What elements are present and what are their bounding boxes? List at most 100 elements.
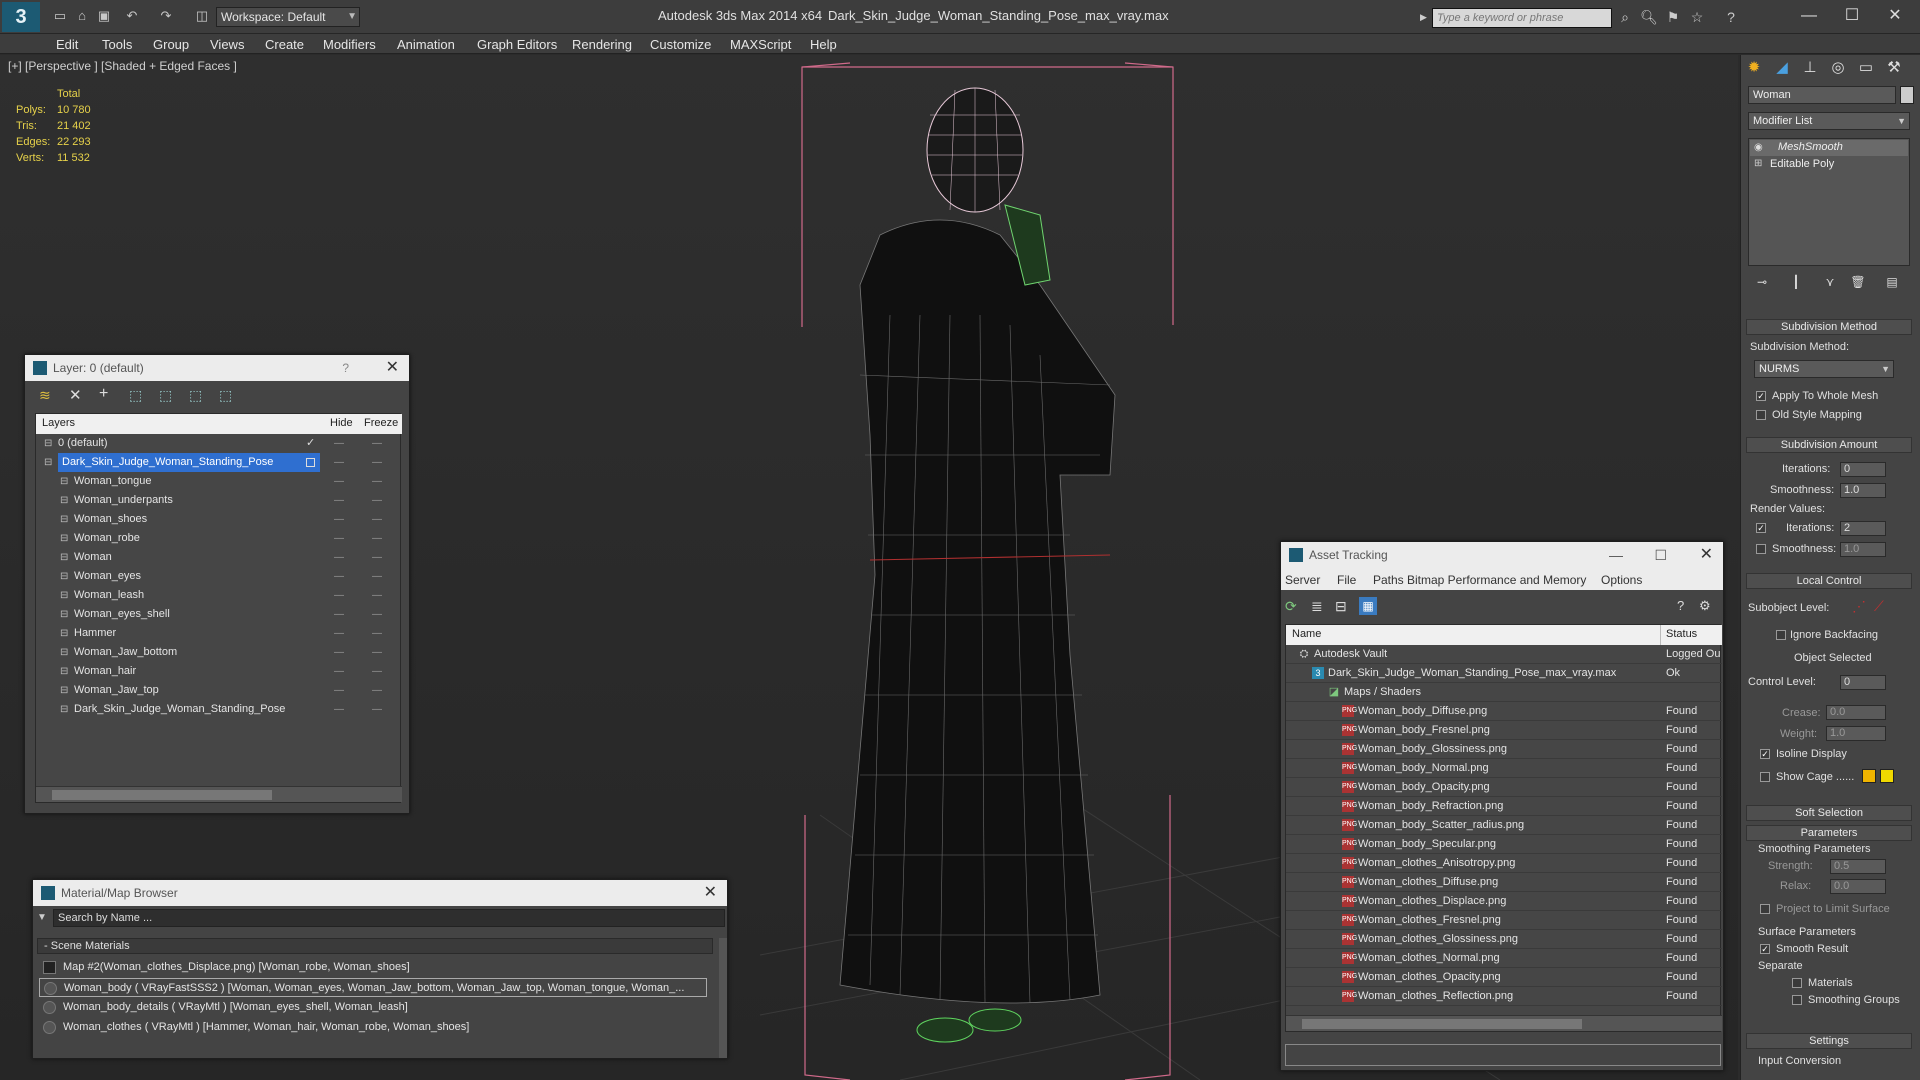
asset-menu-server[interactable]: Server [1285,573,1320,587]
asset-row[interactable]: PNG Woman_body_Normal.png Found [1286,759,1722,778]
settings-help-icon[interactable]: ⚙ [1699,598,1711,614]
freeze-toggle[interactable]: — [372,548,382,567]
hide-toggle[interactable]: — [334,567,344,586]
column-divider[interactable] [1660,625,1661,645]
rollout-settings[interactable]: Settings [1746,1033,1912,1049]
separate-smoothing-groups-checkbox[interactable] [1792,995,1802,1005]
asset-tracking-header[interactable]: Asset Tracking — ☐ ✕ [1281,542,1723,568]
material-item[interactable]: Woman_body ( VRayFastSSS2 ) [Woman, Woma… [39,978,707,997]
freeze-toggle[interactable]: — [372,529,382,548]
select-objects-icon[interactable]: ⬚ [129,387,142,404]
isoline-display-checkbox[interactable]: ✓ [1760,749,1770,759]
layer-row[interactable]: ⊟ Woman_tongue — — [36,472,402,491]
motion-tab-icon[interactable]: ◎ [1826,56,1850,80]
freeze-toggle[interactable]: — [372,510,382,529]
status-column-header[interactable]: Status [1666,628,1697,640]
object-name-field[interactable]: Woman [1748,86,1896,104]
hide-toggle[interactable]: — [334,624,344,643]
asset-row[interactable]: 3 Dark_Skin_Judge_Woman_Standing_Pose_max… [1286,664,1722,683]
rollout-subdivision-method[interactable]: Subdivision Method [1746,319,1912,335]
strength-spinner[interactable]: 0.5 [1830,859,1886,874]
asset-row[interactable]: PNG Woman_clothes_Glossiness.png Found [1286,930,1722,949]
project-limit-surface-checkbox[interactable] [1760,904,1770,914]
separate-materials-checkbox[interactable] [1792,978,1802,988]
layer-row[interactable]: ⊟ Woman_hair — — [36,662,402,681]
menu-create[interactable]: Create [265,37,304,52]
asset-row[interactable]: PNG Woman_clothes_Fresnel.png Found [1286,911,1722,930]
layer-row[interactable]: ⊟ 0 (default) ✓ — — [36,434,402,453]
hide-toggle[interactable]: — [334,643,344,662]
show-cage-checkbox[interactable] [1760,772,1770,782]
layer-row[interactable]: ⊟ Woman_underpants — — [36,491,402,510]
render-smoothness-checkbox[interactable] [1756,544,1766,554]
asset-row[interactable]: PNG Woman_clothes_Reflection.png Found [1286,987,1722,1006]
table-view-icon[interactable]: ▦ [1359,597,1377,615]
close-icon[interactable]: ✕ [1880,4,1910,28]
menu-animation[interactable]: Animation [397,37,455,52]
scrollbar-thumb[interactable] [1302,1019,1582,1029]
asset-row[interactable]: PNG Woman_body_Fresnel.png Found [1286,721,1722,740]
freeze-toggle[interactable]: — [372,472,382,491]
hide-toggle[interactable]: — [334,681,344,700]
rollout-local-control[interactable]: Local Control [1746,573,1912,589]
help-icon[interactable]: ? [1722,8,1740,26]
layer-name[interactable]: Woman_Jaw_top [74,681,159,700]
render-iterations-spinner[interactable]: 2 [1840,521,1886,536]
freeze-toggle[interactable]: — [372,491,382,510]
menu-maxscript[interactable]: MAXScript [730,37,791,52]
smoothness-spinner[interactable]: 1.0 [1840,483,1886,498]
layer-name[interactable]: Woman_eyes [74,567,141,586]
layer-name[interactable]: Dark_Skin_Judge_Woman_Standing_Pose [74,700,285,719]
set-current-layer-box[interactable] [306,458,315,467]
scrollbar-thumb[interactable] [52,790,272,800]
help-icon[interactable]: ? [1677,598,1684,613]
menu-graph-editors[interactable]: Graph Editors [477,37,557,52]
material-item[interactable]: Woman_clothes ( VRayMtl ) [Hammer, Woman… [39,1018,707,1037]
old-style-mapping-checkbox[interactable] [1756,410,1766,420]
relax-spinner[interactable]: 0.0 [1830,879,1886,894]
subdivision-method-dropdown[interactable]: NURMS ▼ [1754,360,1894,378]
freeze-toggle[interactable]: — [372,453,382,472]
freeze-toggle[interactable]: — [372,681,382,700]
show-end-result-icon[interactable]: ┃ [1784,270,1808,294]
menu-tools[interactable]: Tools [102,37,132,52]
hide-toggle[interactable]: — [334,453,344,472]
asset-menu-options[interactable]: Options [1601,573,1642,587]
hide-toggle[interactable]: — [334,472,344,491]
menu-rendering[interactable]: Rendering [572,37,632,52]
asset-menu-paths[interactable]: Paths [1373,573,1404,587]
freeze-toggle[interactable]: — [372,624,382,643]
minimize-icon[interactable]: — [1794,4,1824,28]
delete-layer-icon[interactable]: ✕ [69,386,82,404]
refresh-icon[interactable]: ⟳ [1285,598,1297,615]
binoculars-icon[interactable]: ⌕ [1616,8,1634,26]
material-item[interactable]: Map #2(Woman_clothes_Displace.png) [Woma… [39,958,707,977]
layer-row[interactable]: ⊟ Woman_leash — — [36,586,402,605]
hide-column-header[interactable]: Hide [330,417,353,429]
freeze-all-icon[interactable]: ⬚ [219,387,232,404]
layer-row[interactable]: ⊟ Dark_Skin_Judge_Woman_Standing_Pose — — [36,700,402,719]
hierarchy-tab-icon[interactable]: ⊥ [1798,56,1822,80]
asset-row[interactable]: ⛭ Autodesk Vault Logged Ou [1286,645,1722,664]
make-unique-icon[interactable]: ⋎ [1818,270,1842,294]
undo-icon[interactable]: ↶ [124,9,140,23]
iterations-spinner[interactable]: 0 [1840,462,1886,477]
communication-icon[interactable]: ⚑ [1664,8,1682,26]
asset-row[interactable]: PNG Woman_body_Specular.png Found [1286,835,1722,854]
menu-help[interactable]: Help [810,37,837,52]
render-smoothness-spinner[interactable]: 1.0 [1840,542,1886,557]
maximize-icon[interactable]: ☐ [1837,4,1867,28]
rollout-soft-selection[interactable]: Soft Selection [1746,805,1912,821]
edge-subobject-icon[interactable]: ⟋ [1874,598,1884,615]
name-column-header[interactable]: Name [1292,628,1321,640]
asset-row[interactable]: PNG Woman_body_Diffuse.png Found [1286,702,1722,721]
workspace-dropdown[interactable]: Workspace: Default ▼ [216,7,360,27]
star-icon[interactable]: ☆ [1688,8,1706,26]
freeze-toggle[interactable]: — [372,605,382,624]
layer-name[interactable]: Hammer [74,624,116,643]
lightbulb-icon[interactable]: ◉ [1754,142,1763,153]
hide-toggle[interactable]: — [334,586,344,605]
display-tab-icon[interactable]: ▭ [1854,56,1878,80]
app-logo-button[interactable]: 3 [2,2,40,32]
freeze-column-header[interactable]: Freeze [364,417,398,429]
